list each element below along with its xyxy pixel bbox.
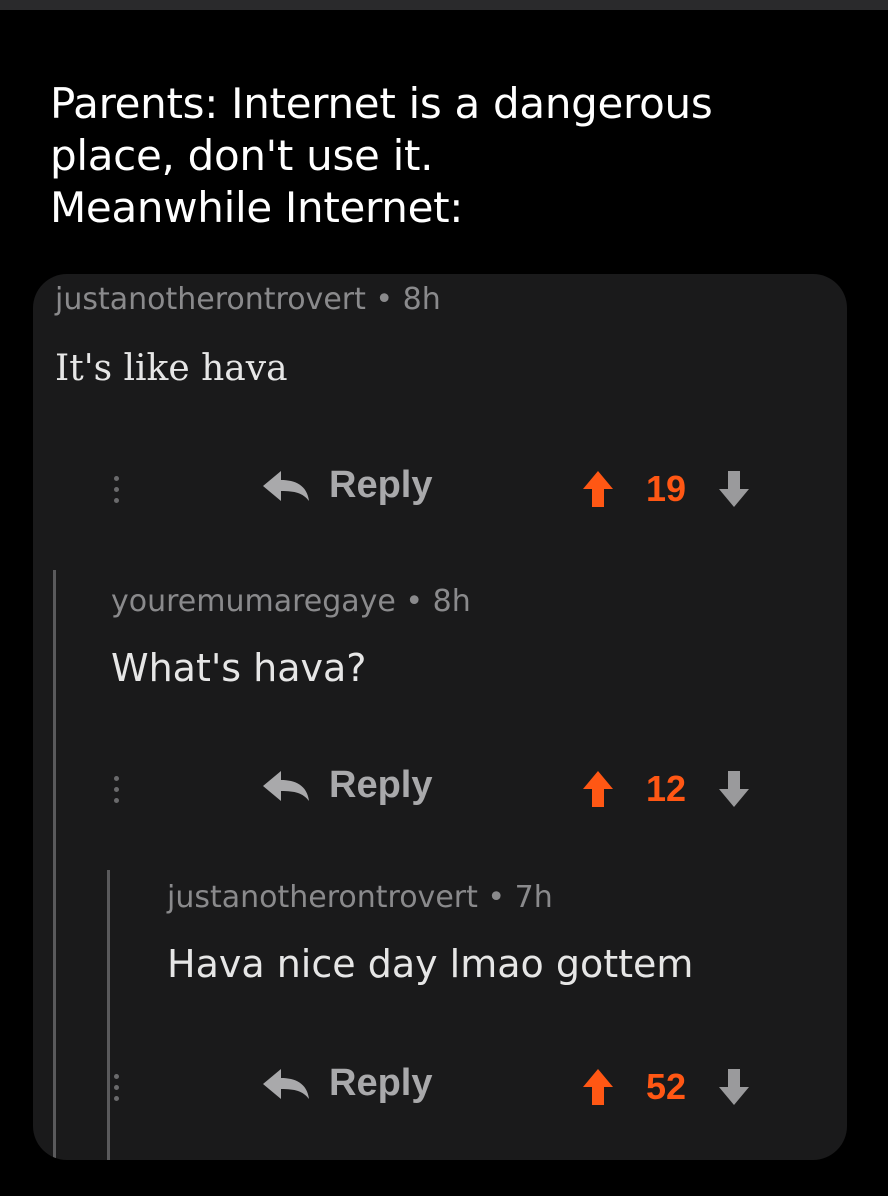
reply-button[interactable]: Reply	[261, 764, 432, 807]
top-status-strip	[0, 0, 888, 10]
comment-3-text: Hava nice day lmao gottem	[167, 942, 694, 986]
reply-button[interactable]: Reply	[261, 464, 432, 507]
vote-control: 19	[581, 468, 751, 510]
reply-label: Reply	[329, 464, 433, 506]
comment-1-text: It's like hava	[55, 348, 288, 389]
vote-control: 12	[581, 768, 751, 810]
thread-line	[53, 570, 56, 1160]
reply-label: Reply	[329, 764, 433, 806]
vote-score: 52	[645, 1066, 687, 1107]
downvote-arrow-icon[interactable]	[717, 469, 751, 509]
upvote-arrow-icon[interactable]	[581, 1067, 615, 1107]
reply-arrow-icon	[263, 470, 309, 501]
comment-thread-card: justanotherontrovert • 8h It's like hava…	[33, 274, 847, 1160]
reply-arrow-icon	[263, 1068, 309, 1099]
vote-score: 12	[645, 768, 687, 809]
vote-control: 52	[581, 1066, 751, 1108]
comment-2-meta: youremumaregaye • 8h	[111, 584, 471, 619]
comment-1-meta: justanotherontrovert • 8h	[55, 282, 441, 317]
more-options-icon[interactable]	[111, 476, 121, 506]
reply-button[interactable]: Reply	[261, 1062, 432, 1105]
upvote-arrow-icon[interactable]	[581, 769, 615, 809]
upvote-arrow-icon[interactable]	[581, 469, 615, 509]
meme-caption: Parents: Internet is a dangerous place, …	[50, 79, 713, 232]
comment-2-text: What's hava?	[111, 646, 367, 690]
more-options-icon[interactable]	[111, 776, 121, 806]
downvote-arrow-icon[interactable]	[717, 1067, 751, 1107]
vote-score: 19	[645, 468, 687, 509]
reply-arrow-icon	[263, 770, 309, 801]
downvote-arrow-icon[interactable]	[717, 769, 751, 809]
more-options-icon[interactable]	[111, 1074, 121, 1104]
thread-line	[107, 870, 110, 1160]
reply-label: Reply	[329, 1062, 433, 1104]
comment-3-meta: justanotherontrovert • 7h	[167, 880, 553, 915]
